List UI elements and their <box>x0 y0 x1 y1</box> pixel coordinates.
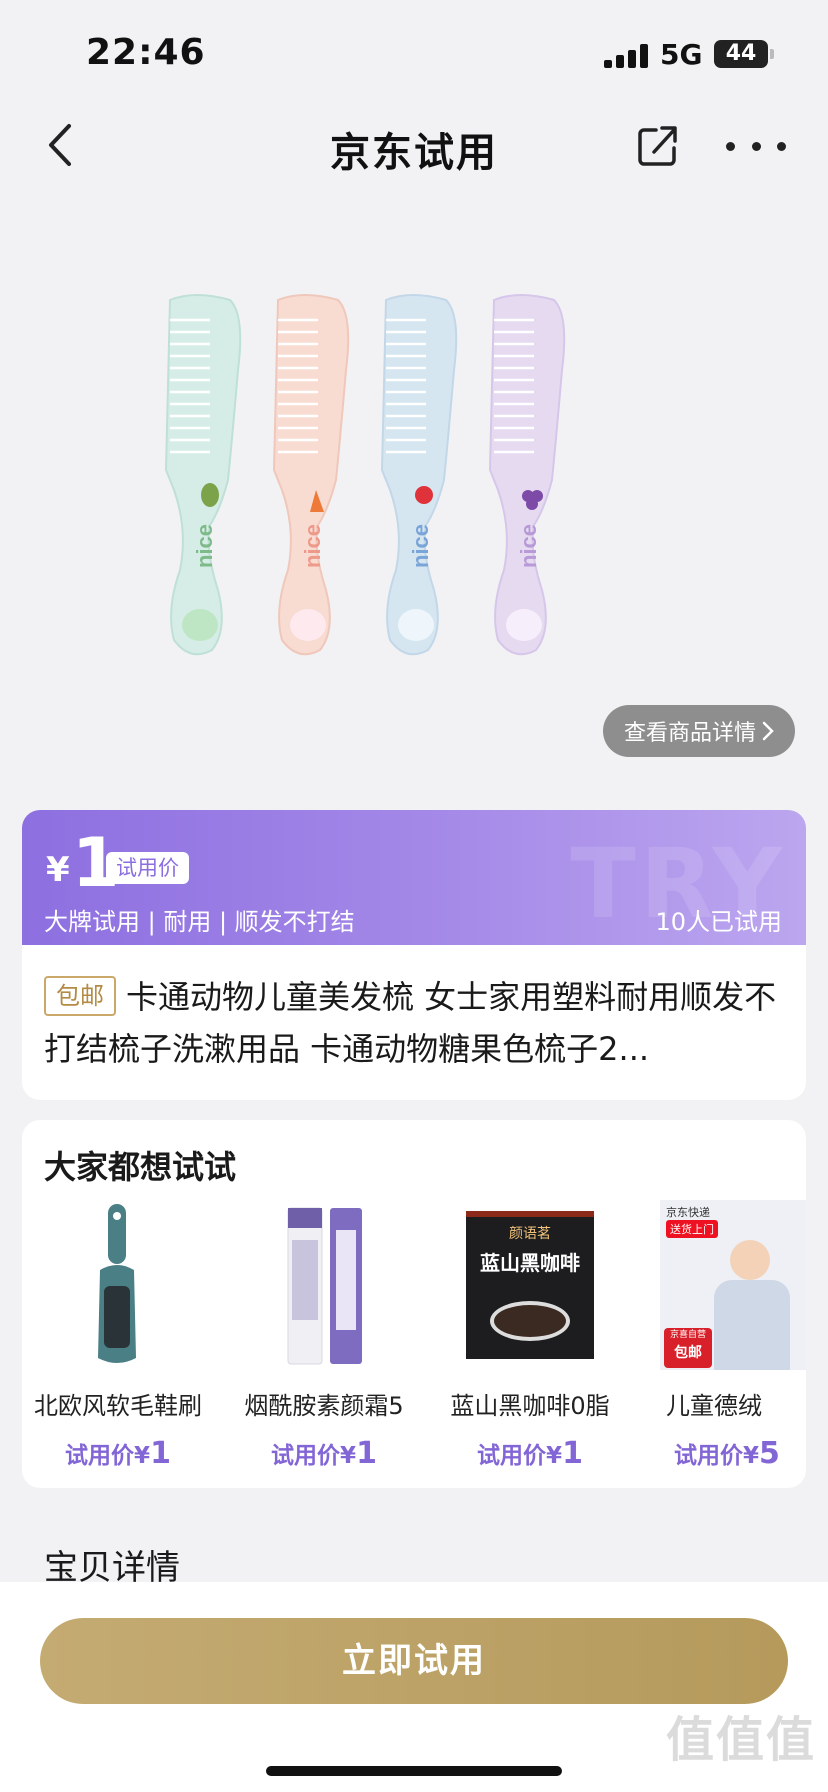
home-indicator[interactable] <box>266 1766 562 1776</box>
recommend-item-price: 试用价¥5 <box>674 1436 780 1470</box>
kids-wear-image: 京东快递 送货上门 京喜自营 包邮 <box>660 1200 806 1370</box>
recommend-item-name: 烟酰胺素颜霜5 <box>244 1392 404 1420</box>
coffee-cup <box>490 1301 570 1341</box>
price-currency: ¥ <box>46 850 70 890</box>
battery-icon: 44 <box>714 40 774 68</box>
recommend-item-price: 试用价¥1 <box>477 1436 583 1471</box>
recommend-title: 大家都想试试 <box>44 1148 237 1186</box>
child-head <box>730 1240 770 1280</box>
recommend-item-name: 蓝山黑咖啡0脂 <box>450 1392 610 1420</box>
more-icon[interactable] <box>726 122 786 170</box>
status-time: 22:46 <box>86 32 206 73</box>
coffee-brand: 颜语茗 <box>509 1226 551 1242</box>
shoe-brush-image <box>42 1200 194 1370</box>
view-details-label: 查看商品详情 <box>623 721 756 746</box>
feature-list: 大牌试用 | 耐用 | 顺发不打结 <box>44 908 355 936</box>
recommend-item[interactable]: 颜语茗 蓝山黑咖啡 蓝山黑咖啡0脂 试用价¥1 <box>440 1200 620 1471</box>
price-tag: 试用价 <box>106 852 189 884</box>
product-image[interactable]: nice nice nice nice <box>150 290 670 710</box>
free-shipping-badge: 京喜自营 包邮 <box>664 1328 712 1368</box>
comb-brand-text: nice <box>408 524 433 568</box>
comb-brand-text: nice <box>300 524 325 568</box>
product-title-text: 卡通动物儿童美发梳 女士家用塑料耐用顺发不打结梳子洗漱用品 卡通动物糖果色梳子2… <box>44 978 777 1068</box>
recommend-item[interactable]: 烟酰胺素颜霜5 试用价¥1 <box>234 1200 414 1471</box>
view-details-button[interactable]: 查看商品详情 <box>603 705 795 757</box>
price-card: TRY ¥ 1 试用价 大牌试用 | 耐用 | 顺发不打结 10人已试用 包邮卡… <box>22 810 806 1100</box>
network-label: 5G <box>660 38 703 71</box>
comb-lavender: nice <box>489 294 566 656</box>
signal-icon <box>604 44 648 68</box>
recommend-item-name: 北欧风软毛鞋刷 <box>34 1392 202 1420</box>
free-shipping-badge: 包邮 <box>44 976 116 1016</box>
recommend-item[interactable]: 北欧风软毛鞋刷 试用价¥1 <box>28 1200 208 1471</box>
cream-image <box>248 1200 400 1370</box>
recommend-item-name: 儿童德绒 <box>666 1392 762 1420</box>
chevron-right-icon <box>762 721 774 741</box>
try-now-button[interactable]: 立即试用 <box>40 1618 788 1704</box>
recommend-item-price: 试用价¥1 <box>65 1436 171 1471</box>
comb-blue: nice <box>381 294 458 656</box>
coffee-box-image: 颜语茗 蓝山黑咖啡 <box>454 1200 606 1370</box>
title-area: 包邮 卡通动物儿童美发梳 女士家用塑料耐用顺发不打结梳子洗漱用品 卡通动物糖果色梳… <box>22 945 806 1100</box>
page-title: 京东试用 <box>330 130 498 176</box>
site-watermark: 值值值 <box>665 1712 816 1768</box>
recommend-item-price: 试用价¥1 <box>271 1436 377 1471</box>
comb-peach: nice <box>273 294 350 656</box>
coffee-box-text: 蓝山黑咖啡 <box>480 1251 580 1275</box>
comb-mint: nice <box>165 294 242 656</box>
coffee-box: 颜语茗 蓝山黑咖啡 <box>466 1211 594 1359</box>
price-band: TRY ¥ 1 试用价 大牌试用 | 耐用 | 顺发不打结 10人已试用 <box>22 810 806 945</box>
child-body <box>714 1280 790 1370</box>
recommend-card: 大家都想试试 北欧风软毛鞋刷 试用价¥1 烟酰胺素颜霜5 试用价¥1 颜语茗 蓝… <box>22 1120 806 1488</box>
express-sub: 送货上门 <box>666 1220 718 1238</box>
comb-brand-text: nice <box>192 524 217 568</box>
status-bar: 22:46 5G 44 <box>0 0 828 110</box>
recommend-list[interactable]: 北欧风软毛鞋刷 试用价¥1 烟酰胺素颜霜5 试用价¥1 颜语茗 蓝山黑咖啡 蓝山… <box>22 1200 806 1480</box>
express-label: 京东快递 <box>666 1206 710 1219</box>
trial-count: 10人已试用 <box>655 908 782 936</box>
product-title: 包邮 卡通动物儿童美发梳 女士家用塑料耐用顺发不打结梳子洗漱用品 卡通动物糖果色梳… <box>44 971 784 1075</box>
share-icon[interactable] <box>634 122 682 170</box>
recommend-item[interactable]: 京东快递 送货上门 京喜自营 包邮 儿童德绒 试用价¥5 <box>646 1200 806 1470</box>
comb-brand-text: nice <box>516 524 541 568</box>
nav-bar: 京东试用 <box>0 110 828 180</box>
